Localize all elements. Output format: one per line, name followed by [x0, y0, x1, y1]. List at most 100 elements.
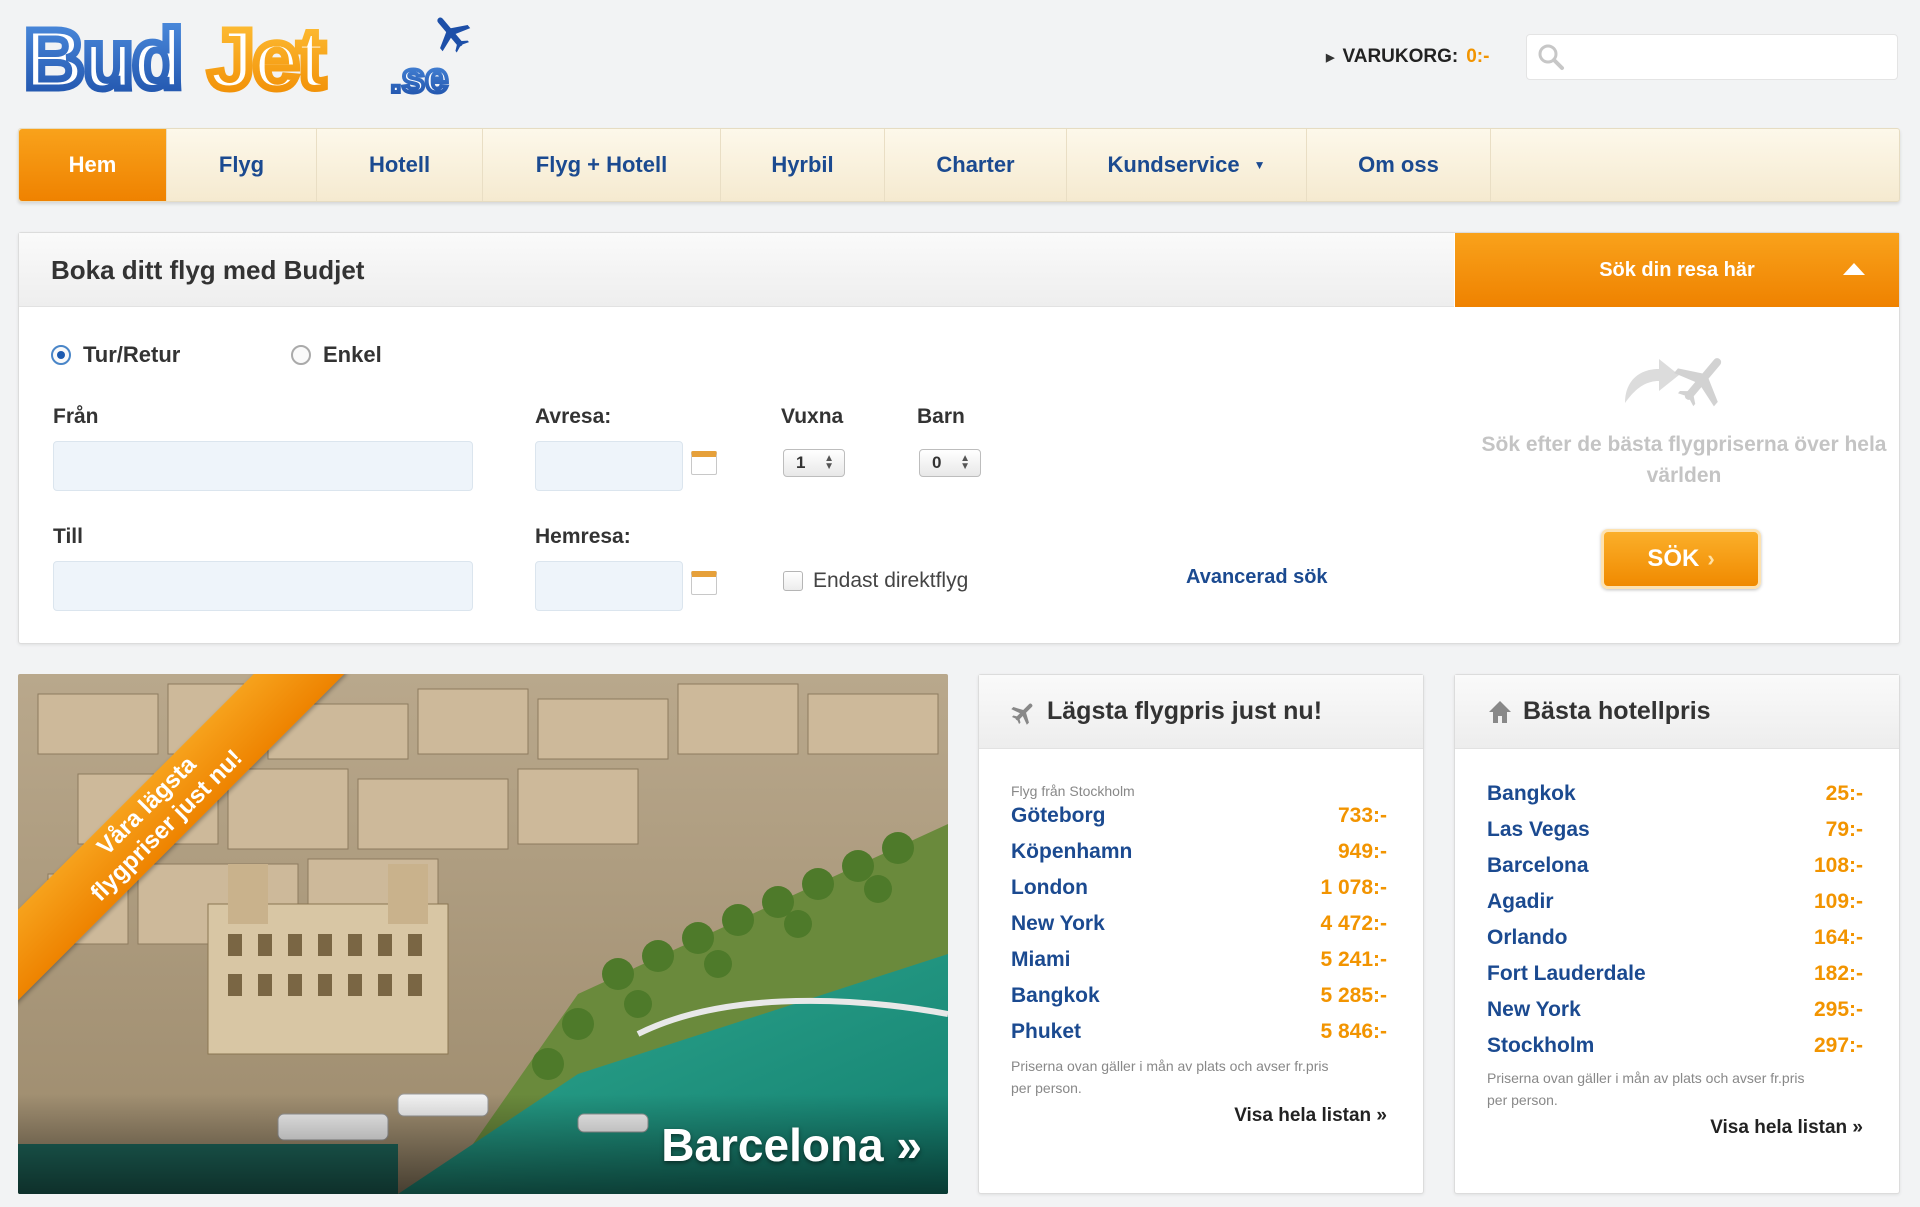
from-input[interactable] — [53, 441, 473, 491]
list-item[interactable]: Las Vegas 79:- — [1487, 815, 1863, 845]
price-value: 297:- — [1813, 1034, 1863, 1057]
nav-item-hem[interactable]: Hem — [19, 129, 167, 201]
return-date-input[interactable] — [535, 561, 683, 611]
adults-select[interactable]: 1 ▲ ▼ — [783, 449, 845, 477]
feature-barcelona-banner[interactable]: Våra lägsta flygpriser just nu! Barcelon… — [18, 674, 948, 1194]
list-item[interactable]: Orlando 164:- — [1487, 923, 1863, 953]
logo-graphic: Bud Jet .se — [21, 9, 471, 110]
price-value: 949:- — [1337, 840, 1387, 863]
destination-city: Göteborg — [1011, 804, 1106, 827]
direct-only-checkbox[interactable]: Endast direktflyg — [783, 569, 968, 593]
to-input[interactable] — [53, 561, 473, 611]
nav-item-label: Om oss — [1358, 152, 1439, 177]
destination-city: Agadir — [1487, 890, 1554, 913]
destination-city: London — [1011, 876, 1088, 899]
airplane-return-icon — [1625, 358, 1722, 407]
list-item[interactable]: New York 4 472:- — [1011, 909, 1387, 939]
search-submit-button[interactable]: SÖK › — [1601, 529, 1761, 589]
trip-type-round[interactable]: Tur/Retur — [51, 342, 180, 368]
caret-down-icon: ▼ — [1253, 158, 1266, 172]
site-search — [1526, 34, 1898, 80]
price-disclaimer: Priserna ovan gäller i mån av plats och … — [1487, 1070, 1805, 1108]
nav-item-label: Flyg — [218, 152, 265, 177]
destination-city: Bangkok — [1011, 984, 1100, 1007]
destination-city: Orlando — [1487, 926, 1568, 949]
list-item[interactable]: Fort Lauderdale 182:- — [1487, 959, 1863, 989]
destination-city: New York — [1011, 912, 1105, 935]
adults-value: 1 — [796, 453, 806, 472]
price-value: 25:- — [1825, 782, 1863, 805]
nav-item-flyg-hotell[interactable]: Flyg + Hotell — [483, 129, 721, 201]
cart-link[interactable]: ▶ VARUKORG: 0:- — [1326, 46, 1489, 68]
nav-item-charter[interactable]: Charter — [885, 129, 1067, 201]
price-value: 182:- — [1813, 962, 1863, 985]
list-item[interactable]: Bangkok 25:- — [1487, 779, 1863, 809]
radio-button[interactable] — [51, 345, 71, 365]
search-input[interactable] — [1565, 35, 1897, 79]
return-label: Hemresa: — [535, 525, 631, 548]
radio-label: Tur/Retur — [83, 342, 181, 367]
children-label: Barn — [917, 405, 965, 428]
adults-label: Vuxna — [781, 405, 844, 428]
list-item[interactable]: Stockholm 297:- — [1487, 1031, 1863, 1061]
list-item[interactable]: London 1 078:- — [1011, 873, 1387, 903]
nav-item-hotell[interactable]: Hotell — [317, 129, 483, 201]
radio-button[interactable] — [291, 345, 311, 365]
nav-item-label: Charter — [936, 152, 1015, 177]
nav-item-flyg[interactable]: Flyg — [167, 129, 317, 201]
list-item[interactable]: New York 295:- — [1487, 995, 1863, 1025]
price-value: 79:- — [1825, 818, 1863, 841]
cart-amount: 0:- — [1466, 46, 1490, 67]
children-select[interactable]: 0 ▲ ▼ — [919, 449, 981, 477]
nav-item-label: Hyrbil — [771, 152, 834, 177]
from-label: Från — [53, 405, 99, 428]
budjet-logo[interactable]: Bud Jet .se — [21, 9, 482, 110]
show-full-list-link[interactable]: Visa hela listan » — [1710, 1117, 1863, 1139]
list-item[interactable]: Barcelona 108:- — [1487, 851, 1863, 881]
depart-date-input[interactable] — [535, 441, 683, 491]
price-value: 295:- — [1813, 998, 1863, 1021]
depart-label: Avresa: — [535, 405, 612, 428]
advanced-search-link[interactable]: Avancerad sök — [1186, 566, 1328, 589]
search-tab-toggle[interactable]: Sök din resa här — [1455, 233, 1899, 307]
panel-header: Lägsta flygpris just nu! — [979, 675, 1423, 749]
checkbox-label: Endast direktflyg — [813, 569, 969, 592]
price-disclaimer: Priserna ovan gäller i mån av plats och … — [1011, 1058, 1329, 1096]
destination-city: Fort Lauderdale — [1487, 962, 1646, 985]
destination-city: Bangkok — [1487, 782, 1576, 805]
panel-title: Lägsta flygpris just nu! — [1047, 697, 1323, 725]
search-icon[interactable] — [1537, 43, 1565, 71]
nav-item-label: Kundservice — [1107, 152, 1240, 177]
nav-item-om-oss[interactable]: Om oss — [1307, 129, 1491, 201]
list-item[interactable]: Agadir 109:- — [1487, 887, 1863, 917]
nav-item-hyrbil[interactable]: Hyrbil — [721, 129, 885, 201]
children-value: 0 — [932, 453, 942, 472]
checkbox-box[interactable] — [783, 571, 803, 591]
list-item[interactable]: Göteborg 733:- — [1011, 801, 1387, 831]
list-item[interactable]: Köpenhamn 949:- — [1011, 837, 1387, 867]
calendar-icon[interactable] — [691, 571, 717, 595]
booking-header: Boka ditt flyg med Budjet — [19, 233, 1454, 307]
destination-city: New York — [1487, 998, 1581, 1021]
to-label: Till — [53, 525, 83, 548]
destination-city: Stockholm — [1487, 1034, 1595, 1057]
calendar-icon[interactable] — [691, 451, 717, 475]
best-hotels-panel: Bästa hotellpris Bangkok 25:- Las Vegas … — [1454, 674, 1900, 1194]
booking-title: Boka ditt flyg med Budjet — [51, 255, 365, 285]
price-value: 109:- — [1813, 890, 1863, 913]
promo-text: Sök efter de bästa flygpriserna över hel… — [1481, 433, 1887, 487]
nav-item-kundservice[interactable]: Kundservice ▼ — [1067, 129, 1307, 201]
price-value: 1 078:- — [1320, 876, 1387, 899]
cart-label: VARUKORG: — [1342, 46, 1459, 67]
list-item[interactable]: Bangkok 5 285:- — [1011, 981, 1387, 1011]
feature-caption: Barcelona » — [661, 1119, 922, 1171]
list-item[interactable]: Phuket 5 846:- — [1011, 1017, 1387, 1047]
nav-item-label: Flyg + Hotell — [535, 152, 668, 177]
chevron-right-icon: › — [1707, 546, 1715, 571]
svg-text:.se: .se — [390, 54, 448, 101]
main-nav: Hem Flyg Hotell Flyg + Hotell Hyrbil Cha… — [18, 128, 1900, 202]
trip-type-oneway[interactable]: Enkel — [291, 342, 382, 368]
destination-city: Las Vegas — [1487, 818, 1590, 841]
list-item[interactable]: Miami 5 241:- — [1011, 945, 1387, 975]
show-full-list-link[interactable]: Visa hela listan » — [1234, 1105, 1387, 1127]
